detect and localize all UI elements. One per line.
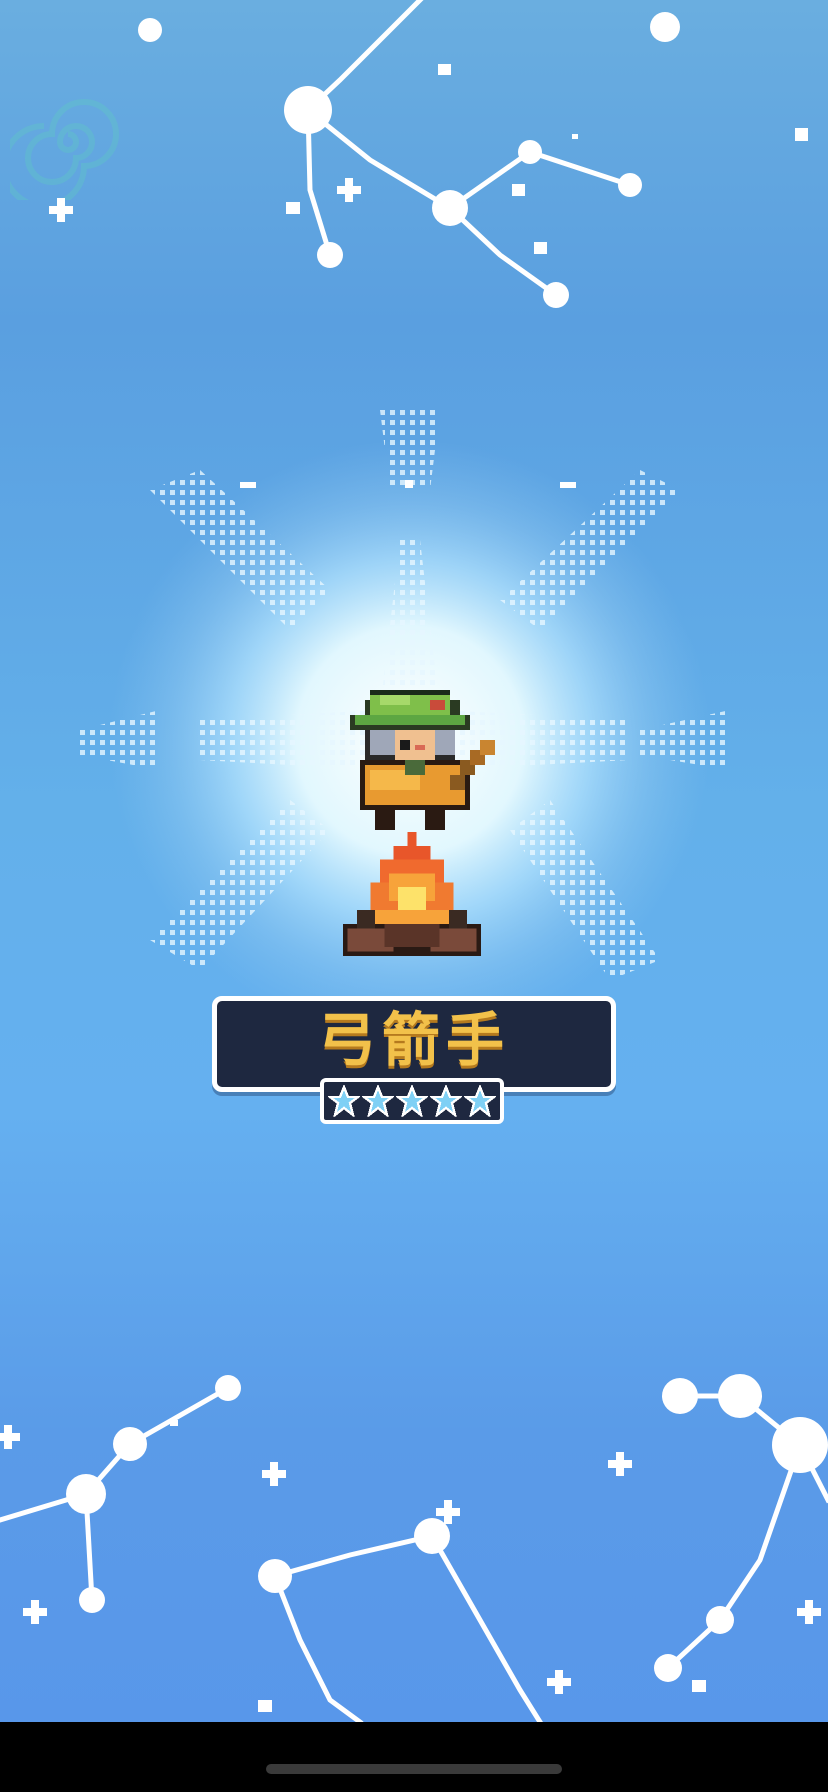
star-icon xyxy=(464,1085,496,1117)
star-rating xyxy=(320,1078,504,1124)
star-icon xyxy=(362,1085,394,1117)
home-indicator[interactable] xyxy=(266,1764,562,1774)
hero-reveal-screen[interactable]: 弓箭手 xyxy=(0,0,828,1792)
hero-name: 弓箭手 xyxy=(317,1006,510,1074)
archer-sprite xyxy=(350,690,495,830)
star-icon xyxy=(396,1085,428,1117)
star-icon xyxy=(328,1085,360,1117)
star-icon xyxy=(430,1085,462,1117)
campfire-icon xyxy=(343,832,481,957)
system-home-bar xyxy=(0,1722,828,1792)
